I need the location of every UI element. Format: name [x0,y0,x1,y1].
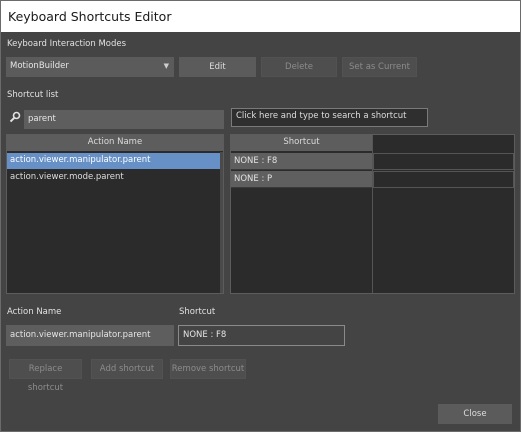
shortcut-cell-empty[interactable] [373,171,514,188]
delete-button[interactable]: Delete [261,57,337,77]
shortcut-value: NONE : F8 [183,330,227,340]
mode-dropdown[interactable]: MotionBuilder ▼ [6,57,174,77]
close-button[interactable]: Close [438,404,512,424]
set-as-current-button[interactable]: Set as Current [342,57,417,77]
window-title: Keyboard Shortcuts Editor [8,9,172,24]
edit-button[interactable]: Edit [179,57,256,77]
shortcut-search-placeholder: Click here and type to search a shortcut [236,111,407,121]
action-table: Action Name action.viewer.manipulator.pa… [6,134,224,294]
action-row[interactable]: action.viewer.manipulator.parent [7,153,223,169]
shortcut-cell-empty[interactable] [373,153,514,170]
shortcut-header-extra [373,135,514,151]
shortcut-list-label: Shortcut list [7,90,59,100]
search-icon [9,111,21,123]
action-name-field[interactable]: action.viewer.manipulator.parent [6,325,174,346]
filter-input-value: parent [28,114,56,124]
action-name-value: action.viewer.manipulator.parent [10,330,151,340]
shortcut-table: Shortcut NONE : F8 NONE : P [230,134,515,294]
action-table-scrollbar[interactable] [220,152,223,293]
shortcut-label: Shortcut [179,307,216,317]
shortcut-search-input[interactable]: Click here and type to search a shortcut [231,108,428,127]
mode-dropdown-value: MotionBuilder [10,61,69,71]
title-bar: Keyboard Shortcuts Editor [0,0,521,32]
add-shortcut-button[interactable]: Add shortcut [91,359,163,379]
filter-input[interactable]: parent [24,110,224,129]
replace-shortcut-button[interactable]: Replace shortcut [9,359,82,393]
shortcut-cell[interactable]: NONE : P [231,171,372,188]
chevron-down-icon: ▼ [163,62,169,70]
action-name-label: Action Name [7,307,62,317]
shortcut-cell[interactable]: NONE : F8 [231,153,372,170]
remove-shortcut-button[interactable]: Remove shortcut [170,359,246,379]
action-row[interactable]: action.viewer.mode.parent [7,170,223,186]
column-divider [372,135,373,293]
shortcut-header[interactable]: Shortcut [231,135,372,151]
action-name-header[interactable]: Action Name [7,135,223,151]
modes-label: Keyboard Interaction Modes [7,39,127,49]
shortcut-field[interactable]: NONE : F8 [178,325,345,346]
